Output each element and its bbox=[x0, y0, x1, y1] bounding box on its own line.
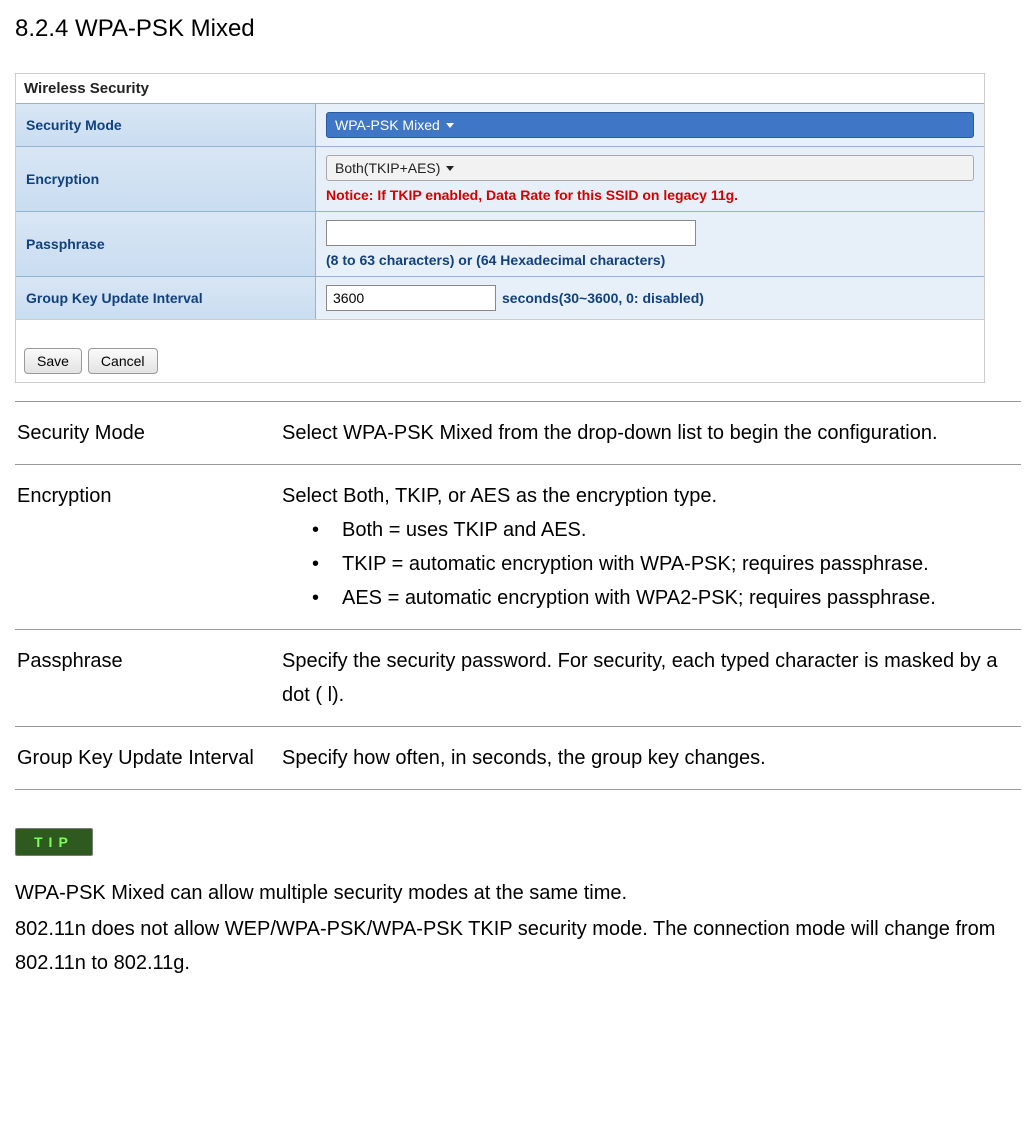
save-button[interactable]: Save bbox=[24, 348, 82, 374]
list-item: AES = automatic encryption with WPA2-PSK… bbox=[312, 581, 1015, 615]
table-row: Group Key Update Interval Specify how of… bbox=[15, 727, 1021, 790]
encryption-select[interactable]: Both(TKIP+AES) bbox=[326, 155, 974, 181]
tip-line: 802.11n does not allow WEP/WPA-PSK/WPA-P… bbox=[15, 912, 1021, 980]
desc-term: Security Mode bbox=[15, 402, 280, 465]
desc-bullets: Both = uses TKIP and AES. TKIP = automat… bbox=[282, 513, 1015, 615]
table-row: Encryption Select Both, TKIP, or AES as … bbox=[15, 465, 1021, 630]
list-item: Both = uses TKIP and AES. bbox=[312, 513, 1015, 547]
action-bar: Save Cancel bbox=[16, 319, 984, 382]
list-item: TKIP = automatic encryption with WPA-PSK… bbox=[312, 547, 1015, 581]
page-heading: 8.2.4 WPA-PSK Mixed bbox=[15, 15, 1021, 43]
label-security-mode: Security Mode bbox=[16, 104, 316, 146]
security-mode-select[interactable]: WPA-PSK Mixed bbox=[326, 112, 974, 138]
wireless-security-panel: Wireless Security Security Mode WPA-PSK … bbox=[15, 73, 985, 383]
desc-term: Group Key Update Interval bbox=[15, 727, 280, 790]
desc-term: Passphrase bbox=[15, 630, 280, 727]
desc-intro: Select Both, TKIP, or AES as the encrypt… bbox=[282, 479, 1015, 513]
desc-text: Select Both, TKIP, or AES as the encrypt… bbox=[280, 465, 1021, 630]
label-encryption: Encryption bbox=[16, 147, 316, 211]
row-passphrase: Passphrase (8 to 63 characters) or (64 H… bbox=[16, 211, 984, 276]
row-security-mode: Security Mode WPA-PSK Mixed bbox=[16, 103, 984, 146]
description-table: Security Mode Select WPA-PSK Mixed from … bbox=[15, 401, 1021, 790]
table-row: Security Mode Select WPA-PSK Mixed from … bbox=[15, 402, 1021, 465]
label-passphrase: Passphrase bbox=[16, 212, 316, 276]
chevron-down-icon bbox=[446, 123, 454, 128]
encryption-value: Both(TKIP+AES) bbox=[335, 160, 440, 176]
tip-line: WPA-PSK Mixed can allow multiple securit… bbox=[15, 876, 1021, 910]
tip-badge: TIP bbox=[15, 828, 93, 856]
group-key-input[interactable] bbox=[326, 285, 496, 311]
panel-title: Wireless Security bbox=[16, 74, 984, 103]
table-row: Passphrase Specify the security password… bbox=[15, 630, 1021, 727]
security-mode-value: WPA-PSK Mixed bbox=[335, 117, 440, 133]
passphrase-hint: (8 to 63 characters) or (64 Hexadecimal … bbox=[326, 252, 974, 268]
chevron-down-icon bbox=[446, 166, 454, 171]
tip-text: WPA-PSK Mixed can allow multiple securit… bbox=[15, 876, 1021, 980]
row-encryption: Encryption Both(TKIP+AES) Notice: If TKI… bbox=[16, 146, 984, 211]
desc-text: Specify how often, in seconds, the group… bbox=[280, 727, 1021, 790]
group-key-suffix: seconds(30~3600, 0: disabled) bbox=[502, 290, 704, 306]
passphrase-input[interactable] bbox=[326, 220, 696, 246]
desc-text: Select WPA-PSK Mixed from the drop-down … bbox=[280, 402, 1021, 465]
desc-text: Specify the security password. For secur… bbox=[280, 630, 1021, 727]
cancel-button[interactable]: Cancel bbox=[88, 348, 158, 374]
row-group-key: Group Key Update Interval seconds(30~360… bbox=[16, 276, 984, 319]
desc-term: Encryption bbox=[15, 465, 280, 630]
label-group-key: Group Key Update Interval bbox=[16, 277, 316, 319]
encryption-notice: Notice: If TKIP enabled, Data Rate for t… bbox=[326, 187, 974, 203]
